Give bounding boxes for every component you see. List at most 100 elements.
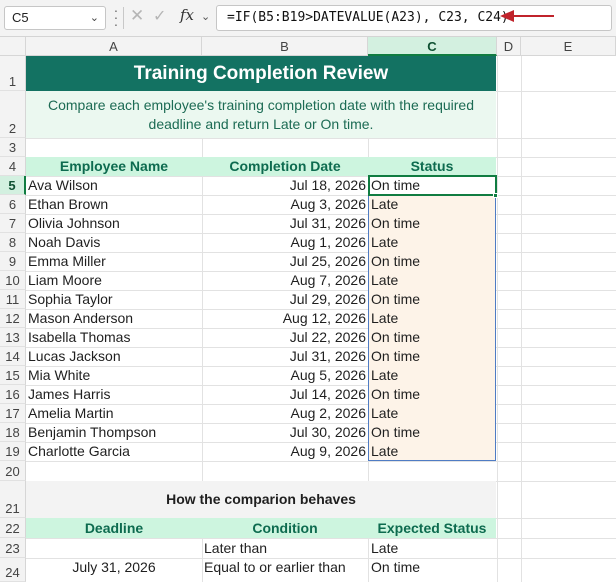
employee-name-cell[interactable]: Lucas Jackson xyxy=(28,347,200,366)
status-cell[interactable]: On time xyxy=(371,347,495,366)
row-header-12[interactable]: 12 xyxy=(0,309,26,328)
completion-date-cell[interactable]: Aug 12, 2026 xyxy=(202,309,366,328)
completion-date-cell[interactable]: Aug 3, 2026 xyxy=(202,195,366,214)
row-header-3[interactable]: 3 xyxy=(0,138,26,157)
row-header-22[interactable]: 22 xyxy=(0,518,26,538)
row-header-7[interactable]: 7 xyxy=(0,214,26,233)
select-all-corner[interactable] xyxy=(0,37,26,56)
completion-date-cell[interactable]: Jul 18, 2026 xyxy=(202,176,366,195)
comparison-title: How the comparion behaves xyxy=(166,491,356,507)
expand-formula-chevron-icon[interactable]: ⌄ xyxy=(201,10,210,23)
chevron-down-icon[interactable]: ⌄ xyxy=(90,11,99,24)
header-expected-status: Expected Status xyxy=(377,520,487,536)
completion-date-cell[interactable]: Jul 29, 2026 xyxy=(202,290,366,309)
employee-name-cell[interactable]: Amelia Martin xyxy=(28,404,200,423)
condition-cell[interactable]: Equal to or earlier than xyxy=(204,558,366,577)
status-cell[interactable]: On time xyxy=(371,252,495,271)
status-cell[interactable]: Late xyxy=(371,271,495,290)
completion-date-cell[interactable]: Jul 22, 2026 xyxy=(202,328,366,347)
employee-name-cell[interactable]: Ava Wilson xyxy=(28,176,200,195)
status-cell[interactable]: Late xyxy=(371,442,495,461)
column-header-a[interactable]: A xyxy=(26,37,202,56)
employee-name-cell[interactable]: Benjamin Thompson xyxy=(28,423,200,442)
completion-date-cell[interactable]: Aug 1, 2026 xyxy=(202,233,366,252)
status-cell[interactable]: Late xyxy=(371,404,495,423)
condition-cell[interactable]: Later than xyxy=(204,539,366,558)
employee-name-cell[interactable]: Olivia Johnson xyxy=(28,214,200,233)
header-completion-date: Completion Date xyxy=(229,158,341,174)
status-cell[interactable]: On time xyxy=(371,385,495,404)
completion-date-cell[interactable]: Aug 2, 2026 xyxy=(202,404,366,423)
row-header-4[interactable]: 4 xyxy=(0,157,26,176)
row-header-10[interactable]: 10 xyxy=(0,271,26,290)
formula-bar-divider xyxy=(123,7,124,29)
expected-status-cell[interactable]: Late xyxy=(371,539,495,558)
employee-name-cell[interactable]: Noah Davis xyxy=(28,233,200,252)
name-box-value: C5 xyxy=(12,10,29,25)
red-arrow-annotation-icon xyxy=(500,10,554,22)
row-header-5[interactable]: 5 xyxy=(0,176,26,195)
employee-name-cell[interactable]: Sophia Taylor xyxy=(28,290,200,309)
header-deadline: Deadline xyxy=(84,520,144,536)
status-cell[interactable]: On time xyxy=(371,423,495,442)
status-cell[interactable]: Late xyxy=(371,233,495,252)
completion-date-cell[interactable]: Aug 7, 2026 xyxy=(202,271,366,290)
row-header-19[interactable]: 19 xyxy=(0,442,26,461)
row-header-24[interactable]: 24 xyxy=(0,558,26,582)
row-header-8[interactable]: 8 xyxy=(0,233,26,252)
employee-name-cell[interactable]: Charlotte Garcia xyxy=(28,442,200,461)
cancel-icon[interactable]: ✕ xyxy=(130,6,144,26)
row-header-11[interactable]: 11 xyxy=(0,290,26,309)
row-header-15[interactable]: 15 xyxy=(0,366,26,385)
employee-name-cell[interactable]: Ethan Brown xyxy=(28,195,200,214)
row-header-2[interactable]: 2 xyxy=(0,91,26,138)
status-cell[interactable]: Late xyxy=(371,366,495,385)
sheet-subtitle-text: Compare each employee's training complet… xyxy=(47,96,475,132)
status-cell[interactable]: On time xyxy=(371,214,495,233)
row-header-16[interactable]: 16 xyxy=(0,385,26,404)
employee-name-cell[interactable]: Emma Miller xyxy=(28,252,200,271)
status-cell[interactable]: On time xyxy=(371,328,495,347)
status-cell[interactable]: On time xyxy=(371,176,495,195)
row-header-17[interactable]: 17 xyxy=(0,404,26,423)
status-cell[interactable]: Late xyxy=(371,195,495,214)
row-header-9[interactable]: 9 xyxy=(0,252,26,271)
completion-date-cell[interactable]: Aug 9, 2026 xyxy=(202,442,366,461)
formula-bar: C5 ⌄ · · · ✕ ✓ fx ⌄ =IF(B5:B19>DATEVALUE(A… xyxy=(0,0,616,37)
employee-name-cell[interactable]: Isabella Thomas xyxy=(28,328,200,347)
insert-function-icon[interactable]: fx xyxy=(180,6,194,24)
row-header-6[interactable]: 6 xyxy=(0,195,26,214)
name-box[interactable]: C5 ⌄ xyxy=(4,6,106,30)
completion-date-cell[interactable]: Jul 25, 2026 xyxy=(202,252,366,271)
row-header-13[interactable]: 13 xyxy=(0,328,26,347)
header-employee-name: Employee Name xyxy=(59,158,169,174)
employee-name-cell[interactable]: Liam Moore xyxy=(28,271,200,290)
sheet-subtitle: Compare each employee's training complet… xyxy=(26,91,496,138)
employee-name-cell[interactable]: Mia White xyxy=(28,366,200,385)
column-header-c[interactable]: C xyxy=(368,37,497,56)
status-cell[interactable]: On time xyxy=(371,290,495,309)
column-header-b[interactable]: B xyxy=(202,37,368,56)
completion-date-cell[interactable]: Jul 14, 2026 xyxy=(202,385,366,404)
sheet-title: Training Completion Review xyxy=(26,56,496,91)
completion-date-cell[interactable]: Aug 5, 2026 xyxy=(202,366,366,385)
row-header-20[interactable]: 20 xyxy=(0,461,26,481)
more-options-icon[interactable]: · · · xyxy=(112,3,120,31)
row-header-18[interactable]: 18 xyxy=(0,423,26,442)
completion-date-cell[interactable]: Jul 30, 2026 xyxy=(202,423,366,442)
column-header-d[interactable]: D xyxy=(497,37,521,56)
header-condition: Condition xyxy=(252,520,318,536)
employee-name-cell[interactable]: James Harris xyxy=(28,385,200,404)
expected-status-cell[interactable]: On time xyxy=(371,558,495,577)
completion-date-cell[interactable]: Jul 31, 2026 xyxy=(202,214,366,233)
row-header-21[interactable]: 21 xyxy=(0,481,26,518)
column-header-e[interactable]: E xyxy=(521,37,616,56)
deadline-value-cell[interactable]: July 31, 2026 xyxy=(26,558,202,577)
row-header-1[interactable]: 1 xyxy=(0,56,26,91)
row-header-14[interactable]: 14 xyxy=(0,347,26,366)
completion-date-cell[interactable]: Jul 31, 2026 xyxy=(202,347,366,366)
enter-check-icon[interactable]: ✓ xyxy=(153,6,166,26)
status-cell[interactable]: Late xyxy=(371,309,495,328)
row-header-23[interactable]: 23 xyxy=(0,538,26,558)
employee-name-cell[interactable]: Mason Anderson xyxy=(28,309,200,328)
